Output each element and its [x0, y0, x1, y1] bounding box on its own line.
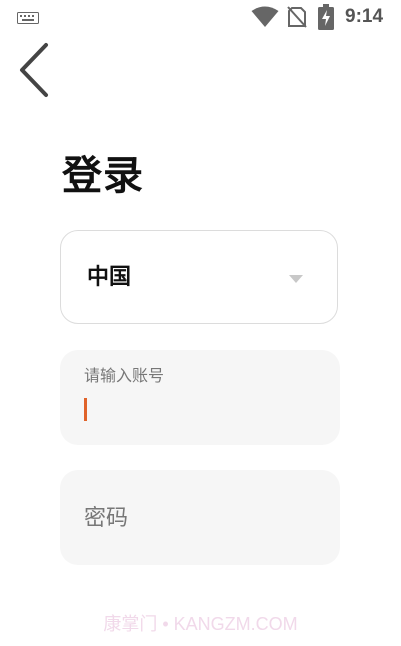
- country-value: 中国: [87, 265, 132, 290]
- battery-charging-icon: [318, 4, 334, 30]
- account-label: 请输入账号: [84, 366, 165, 385]
- wifi-icon: [251, 6, 279, 27]
- country-select[interactable]: 中国: [60, 230, 338, 324]
- status-bar: 9:14: [0, 0, 401, 34]
- back-button[interactable]: [12, 40, 56, 100]
- keyboard-icon: [17, 12, 39, 24]
- page-title: 登录: [62, 153, 144, 199]
- text-cursor: [84, 398, 87, 421]
- chevron-left-icon: [20, 43, 48, 97]
- login-screen: 9:14 登录 中国 请输入账号 康掌门 • KANGZM.COM: [0, 0, 401, 646]
- password-input[interactable]: [84, 502, 314, 534]
- status-time: 9:14: [345, 6, 384, 27]
- account-input[interactable]: [82, 394, 312, 426]
- password-field[interactable]: [60, 470, 340, 565]
- no-sim-icon: [287, 6, 307, 28]
- chevron-down-icon: [289, 275, 303, 283]
- account-field[interactable]: 请输入账号: [60, 350, 340, 445]
- watermark: 康掌门 • KANGZM.COM: [103, 614, 298, 634]
